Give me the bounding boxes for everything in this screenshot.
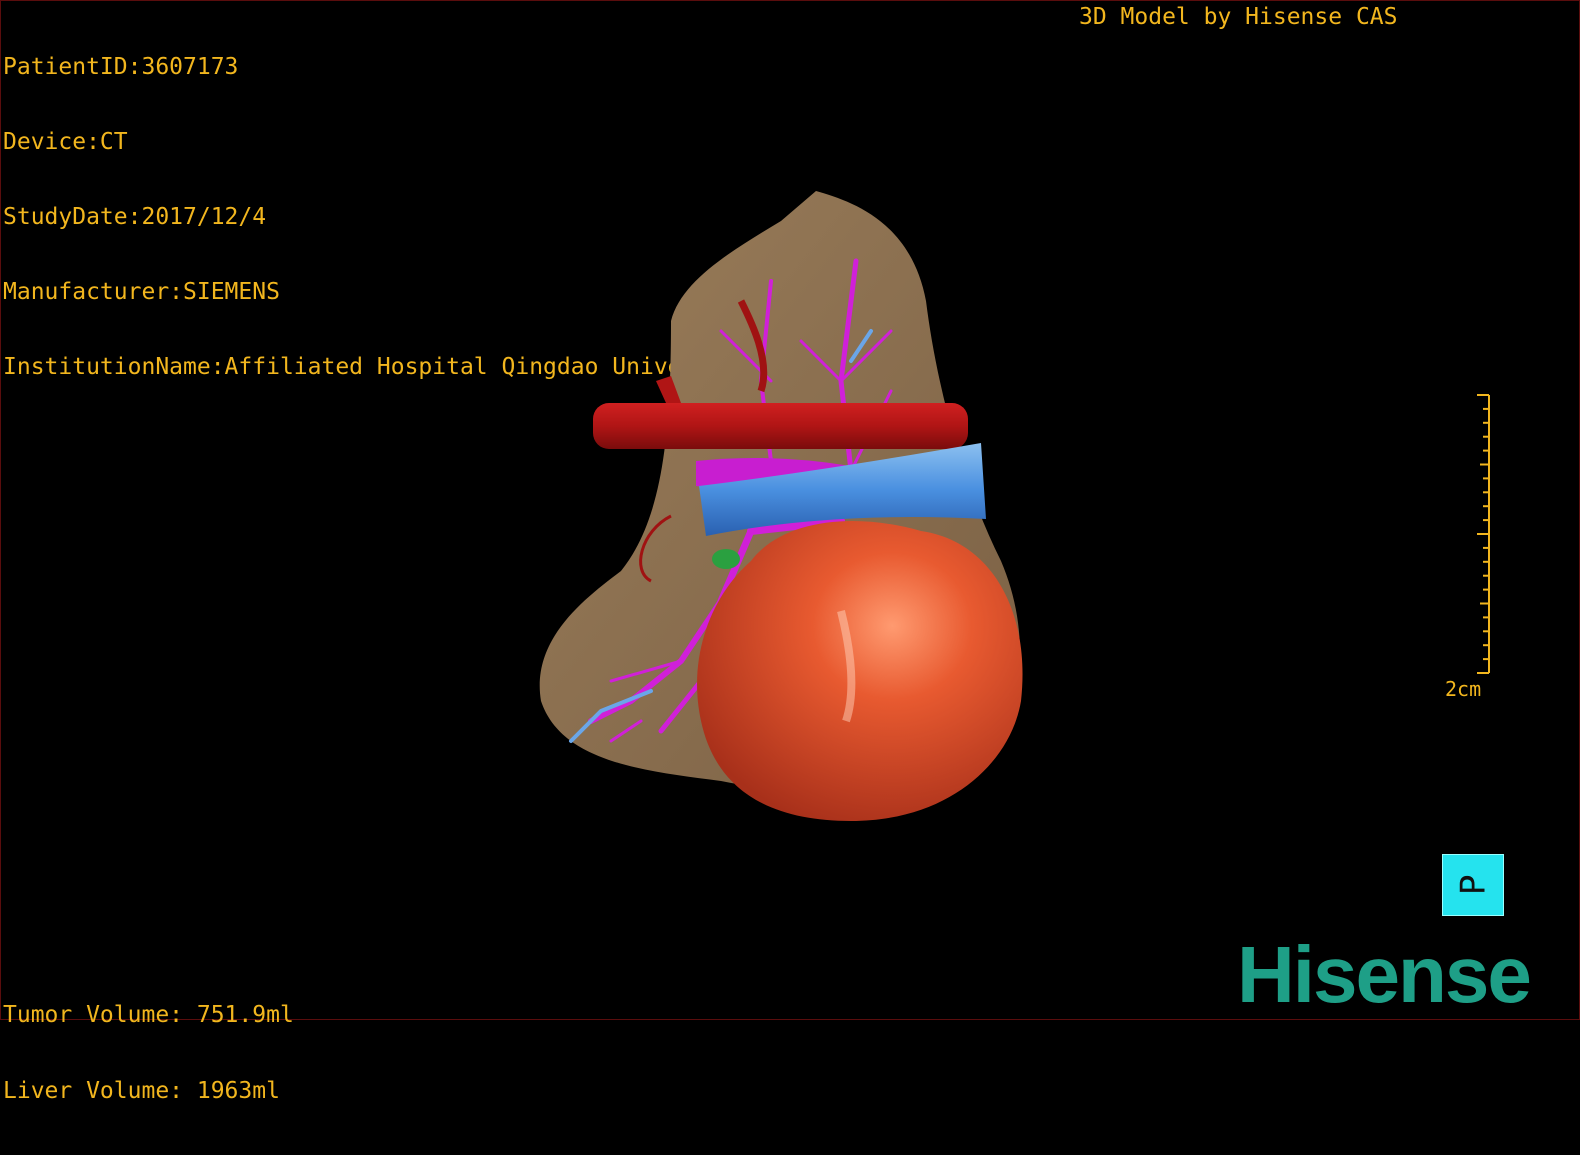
aorta-vessel bbox=[593, 403, 968, 449]
hisense-logo: Hisense bbox=[1237, 930, 1532, 1019]
patient-id: PatientID:3607173 bbox=[3, 54, 239, 80]
3d-viewport[interactable]: PatientID:3607173 Device:CT StudyDate:20… bbox=[0, 0, 1580, 1104]
liver-3d-model[interactable] bbox=[521, 181, 1051, 841]
tumor-volume: Tumor Volume: 751.9ml bbox=[3, 1002, 294, 1028]
liver-volume: Liver Volume: 1963ml bbox=[3, 1078, 280, 1104]
device: Device:CT bbox=[3, 129, 128, 155]
tumor-mass bbox=[697, 521, 1023, 821]
scale-ruler bbox=[1477, 394, 1490, 674]
gallbladder bbox=[712, 549, 740, 569]
model-credit: 3D Model by Hisense CAS bbox=[1079, 4, 1398, 30]
scale-label: 2cm bbox=[1445, 677, 1482, 701]
orientation-label: P bbox=[1452, 874, 1493, 896]
volume-info-overlay: Tumor Volume: 751.9ml Liver Volume: 1963… bbox=[3, 953, 294, 1155]
orientation-cube[interactable]: P bbox=[1442, 854, 1504, 916]
